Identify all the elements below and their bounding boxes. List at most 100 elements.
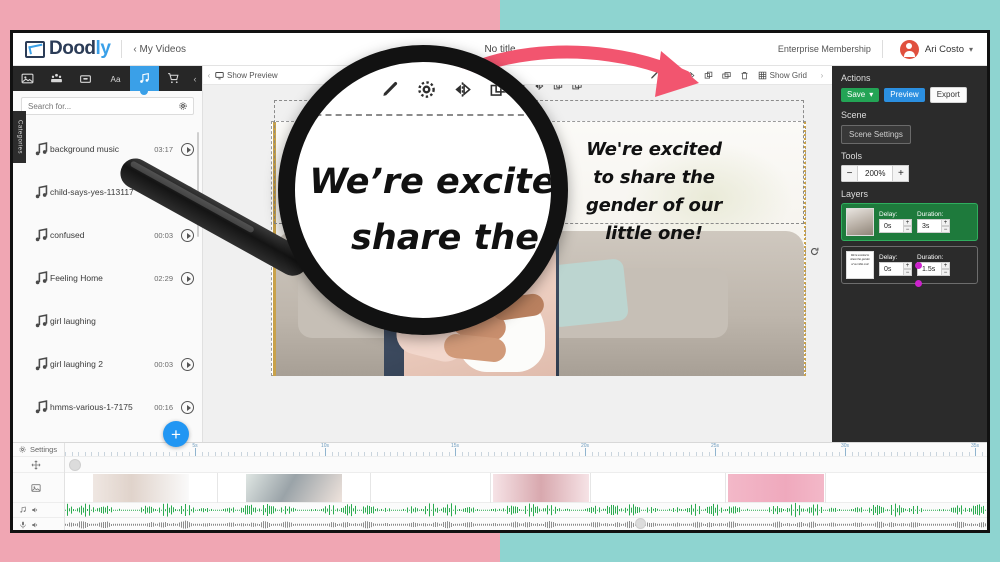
membership-label: Enterprise Membership [777, 44, 871, 54]
rotate-handle[interactable] [810, 247, 819, 256]
ruler-tick [559, 452, 560, 456]
sidebar-item-shop[interactable] [159, 66, 188, 91]
chevron-down-icon[interactable]: ▾ [969, 45, 973, 54]
waveform-bar [577, 509, 578, 511]
sidebar-item-props[interactable] [71, 66, 100, 91]
delay-decrement-button[interactable]: − [903, 269, 912, 276]
zoom-in-button[interactable]: + [892, 165, 910, 182]
waveform-bar [241, 523, 242, 526]
timeline-clip[interactable] [726, 473, 826, 503]
timeline-playhead-row[interactable] [65, 457, 987, 473]
timeline-clip[interactable] [218, 473, 371, 503]
timeline-move-track[interactable] [13, 457, 64, 473]
show-preview-toggle[interactable]: Show Preview [215, 71, 278, 80]
delay-decrement-button[interactable]: − [903, 226, 912, 233]
waveform-bar [749, 523, 750, 526]
search-input[interactable] [28, 101, 179, 111]
timeline-music-row[interactable] [65, 503, 987, 518]
collapse-panel-button[interactable]: ‹ [203, 71, 215, 80]
timeline-scene-track[interactable] [13, 473, 64, 503]
trash-icon[interactable] [740, 71, 749, 80]
play-button[interactable] [181, 401, 194, 414]
gear-icon[interactable] [179, 102, 187, 110]
timeline-clip[interactable] [491, 473, 591, 503]
scrollbar[interactable] [197, 132, 199, 237]
play-button[interactable] [181, 186, 194, 199]
waveform-bar [343, 522, 344, 527]
waveform-bar [85, 521, 86, 528]
show-grid-toggle[interactable]: Show Grid [758, 71, 807, 80]
duration-increment-button[interactable]: + [941, 262, 950, 269]
delay-value[interactable]: 0s [879, 262, 903, 276]
delay-value[interactable]: 0s [879, 219, 903, 233]
categories-tab[interactable]: Categories [13, 111, 26, 163]
playhead-knob[interactable] [69, 459, 81, 471]
timeline-clip-empty[interactable] [826, 473, 987, 503]
play-button[interactable] [181, 358, 194, 371]
zoom-out-button[interactable]: − [841, 165, 858, 182]
my-videos-link[interactable]: ‹ My Videos [133, 44, 186, 55]
sidebar-item-image[interactable] [13, 66, 42, 91]
duration-decrement-button[interactable]: − [941, 269, 950, 276]
layer-card[interactable]: We're excited to share the gender of our… [841, 246, 978, 287]
search-box[interactable] [21, 97, 194, 115]
duration-stepper[interactable]: 3s + − [917, 219, 950, 233]
list-item[interactable]: confused 00:03 [13, 214, 202, 257]
waveform-bar [299, 523, 300, 526]
scene-settings-button[interactable]: Scene Settings [841, 125, 911, 144]
sidebar-item-text[interactable]: Aa [101, 66, 130, 91]
duration-increment-button[interactable]: + [941, 219, 950, 226]
timeline-clip[interactable] [65, 473, 218, 503]
canvas-area[interactable]: We're excited to share the gender of our li… [203, 85, 832, 442]
list-item[interactable]: background music 03:17 [13, 128, 202, 171]
delay-stepper[interactable]: 0s + − [879, 262, 912, 276]
timeline-music-track[interactable] [13, 503, 64, 518]
list-item[interactable]: Feeling Home 02:29 [13, 257, 202, 300]
timeline-voice-row[interactable] [65, 518, 987, 530]
delay-stepper[interactable]: 0s + − [879, 219, 912, 233]
duration-decrement-button[interactable]: − [941, 226, 950, 233]
waveform-bar [751, 523, 752, 526]
duration-value[interactable]: 3s [917, 219, 941, 233]
play-button[interactable] [181, 272, 194, 285]
save-button[interactable]: Save ▾ [841, 88, 880, 102]
layer-card[interactable]: Delay: 0s + − Duration: 3s + − [841, 203, 978, 241]
timeline-clip-empty[interactable] [371, 473, 491, 503]
waveform-bar [833, 508, 834, 512]
avatar[interactable] [899, 39, 919, 59]
timeline-voice-track[interactable] [13, 518, 64, 530]
export-button[interactable]: Export [929, 87, 967, 103]
speaker-icon[interactable] [31, 506, 39, 514]
delay-increment-button[interactable]: + [903, 262, 912, 269]
sidebar-item-music[interactable] [129, 66, 159, 91]
waveform-bar [505, 509, 506, 511]
waveform-bar [413, 522, 414, 527]
play-button[interactable] [181, 143, 194, 156]
timeline-ruler[interactable]: 5s 10s 15s 20s 25s 30s 35s [65, 443, 987, 457]
list-item[interactable]: child-says-yes-113117 00:02 [13, 171, 202, 214]
timeline-clip-empty[interactable] [591, 473, 726, 503]
waveform-bar [109, 509, 110, 511]
list-item[interactable]: girl laughing [13, 300, 202, 343]
waveform-bar [733, 521, 734, 528]
waveform-bar [919, 509, 920, 511]
waveform-bar [265, 521, 266, 528]
preview-button[interactable]: Preview [884, 88, 925, 102]
doodly-logo[interactable]: Doodly [25, 38, 111, 60]
expand-panel-button[interactable]: › [816, 71, 828, 80]
waveform-bar [389, 508, 390, 512]
playhead-knob-secondary[interactable] [635, 518, 646, 529]
delay-increment-button[interactable]: + [903, 219, 912, 226]
play-button[interactable] [181, 229, 194, 242]
speaker-icon[interactable] [31, 521, 39, 529]
sidebar-item-characters[interactable] [42, 66, 71, 91]
ruler-tick [409, 452, 411, 456]
waveform-bar [833, 522, 834, 527]
scene-frame[interactable]: We're excited to share the gender of our li… [271, 85, 819, 376]
add-asset-button[interactable]: + [163, 421, 189, 447]
collapse-tabs-button[interactable]: ‹ [188, 66, 202, 91]
list-item[interactable]: girl laughing 2 00:03 [13, 343, 202, 386]
timeline-scene-row[interactable] [65, 473, 987, 503]
timeline-settings-button[interactable]: Settings [13, 443, 64, 457]
waveform-bar [915, 522, 916, 527]
